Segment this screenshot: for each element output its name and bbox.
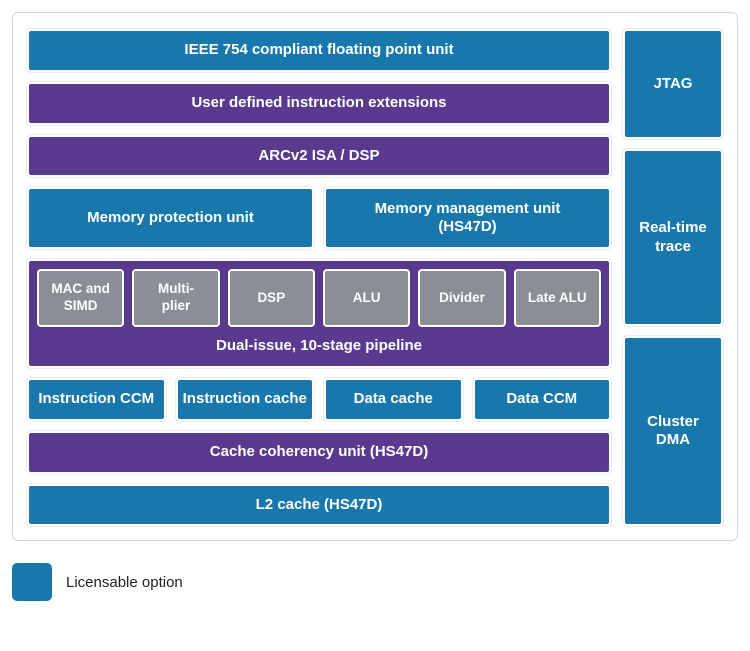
block-user-instruction-extensions: User defined instruction extensions — [27, 82, 611, 125]
architecture-diagram: IEEE 754 compliant floating point unit U… — [12, 12, 738, 541]
block-data-ccm: Data CCM — [473, 378, 612, 421]
row-memory-units: Memory protection unit Memory management… — [27, 187, 611, 249]
block-cluster-dma: Cluster DMA — [623, 336, 723, 526]
block-jtag: JTAG — [623, 29, 723, 139]
block-l2-cache: L2 cache (HS47D) — [27, 484, 611, 527]
unit-divider: Divider — [418, 269, 505, 327]
block-pipeline: MAC and SIMD Multi- plier DSP ALU Divide… — [27, 259, 611, 368]
unit-late-alu: Late ALU — [514, 269, 601, 327]
block-memory-protection-unit: Memory protection unit — [27, 187, 314, 249]
block-cache-coherency-unit: Cache coherency unit (HS47D) — [27, 431, 611, 474]
block-memory-management-unit: Memory management unit (HS47D) — [324, 187, 611, 249]
legend: Licensable option — [12, 563, 738, 601]
block-fpu: IEEE 754 compliant floating point unit — [27, 29, 611, 72]
block-data-cache: Data cache — [324, 378, 463, 421]
unit-mac-simd: MAC and SIMD — [37, 269, 124, 327]
pipeline-label: Dual-issue, 10-stage pipeline — [37, 333, 601, 356]
unit-dsp: DSP — [228, 269, 315, 327]
unit-alu: ALU — [323, 269, 410, 327]
legend-label: Licensable option — [66, 574, 183, 591]
row-memories: Instruction CCM Instruction cache Data c… — [27, 378, 611, 421]
block-instruction-ccm: Instruction CCM — [27, 378, 166, 421]
main-column: IEEE 754 compliant floating point unit U… — [27, 29, 611, 526]
legend-swatch-blue — [12, 563, 52, 601]
block-arcv2-isa-dsp: ARCv2 ISA / DSP — [27, 135, 611, 178]
block-instruction-cache: Instruction cache — [176, 378, 315, 421]
pipeline-units-row: MAC and SIMD Multi- plier DSP ALU Divide… — [37, 269, 601, 327]
side-column: JTAG Real-time trace Cluster DMA — [623, 29, 723, 526]
block-real-time-trace: Real-time trace — [623, 149, 723, 326]
unit-multiplier: Multi- plier — [132, 269, 219, 327]
